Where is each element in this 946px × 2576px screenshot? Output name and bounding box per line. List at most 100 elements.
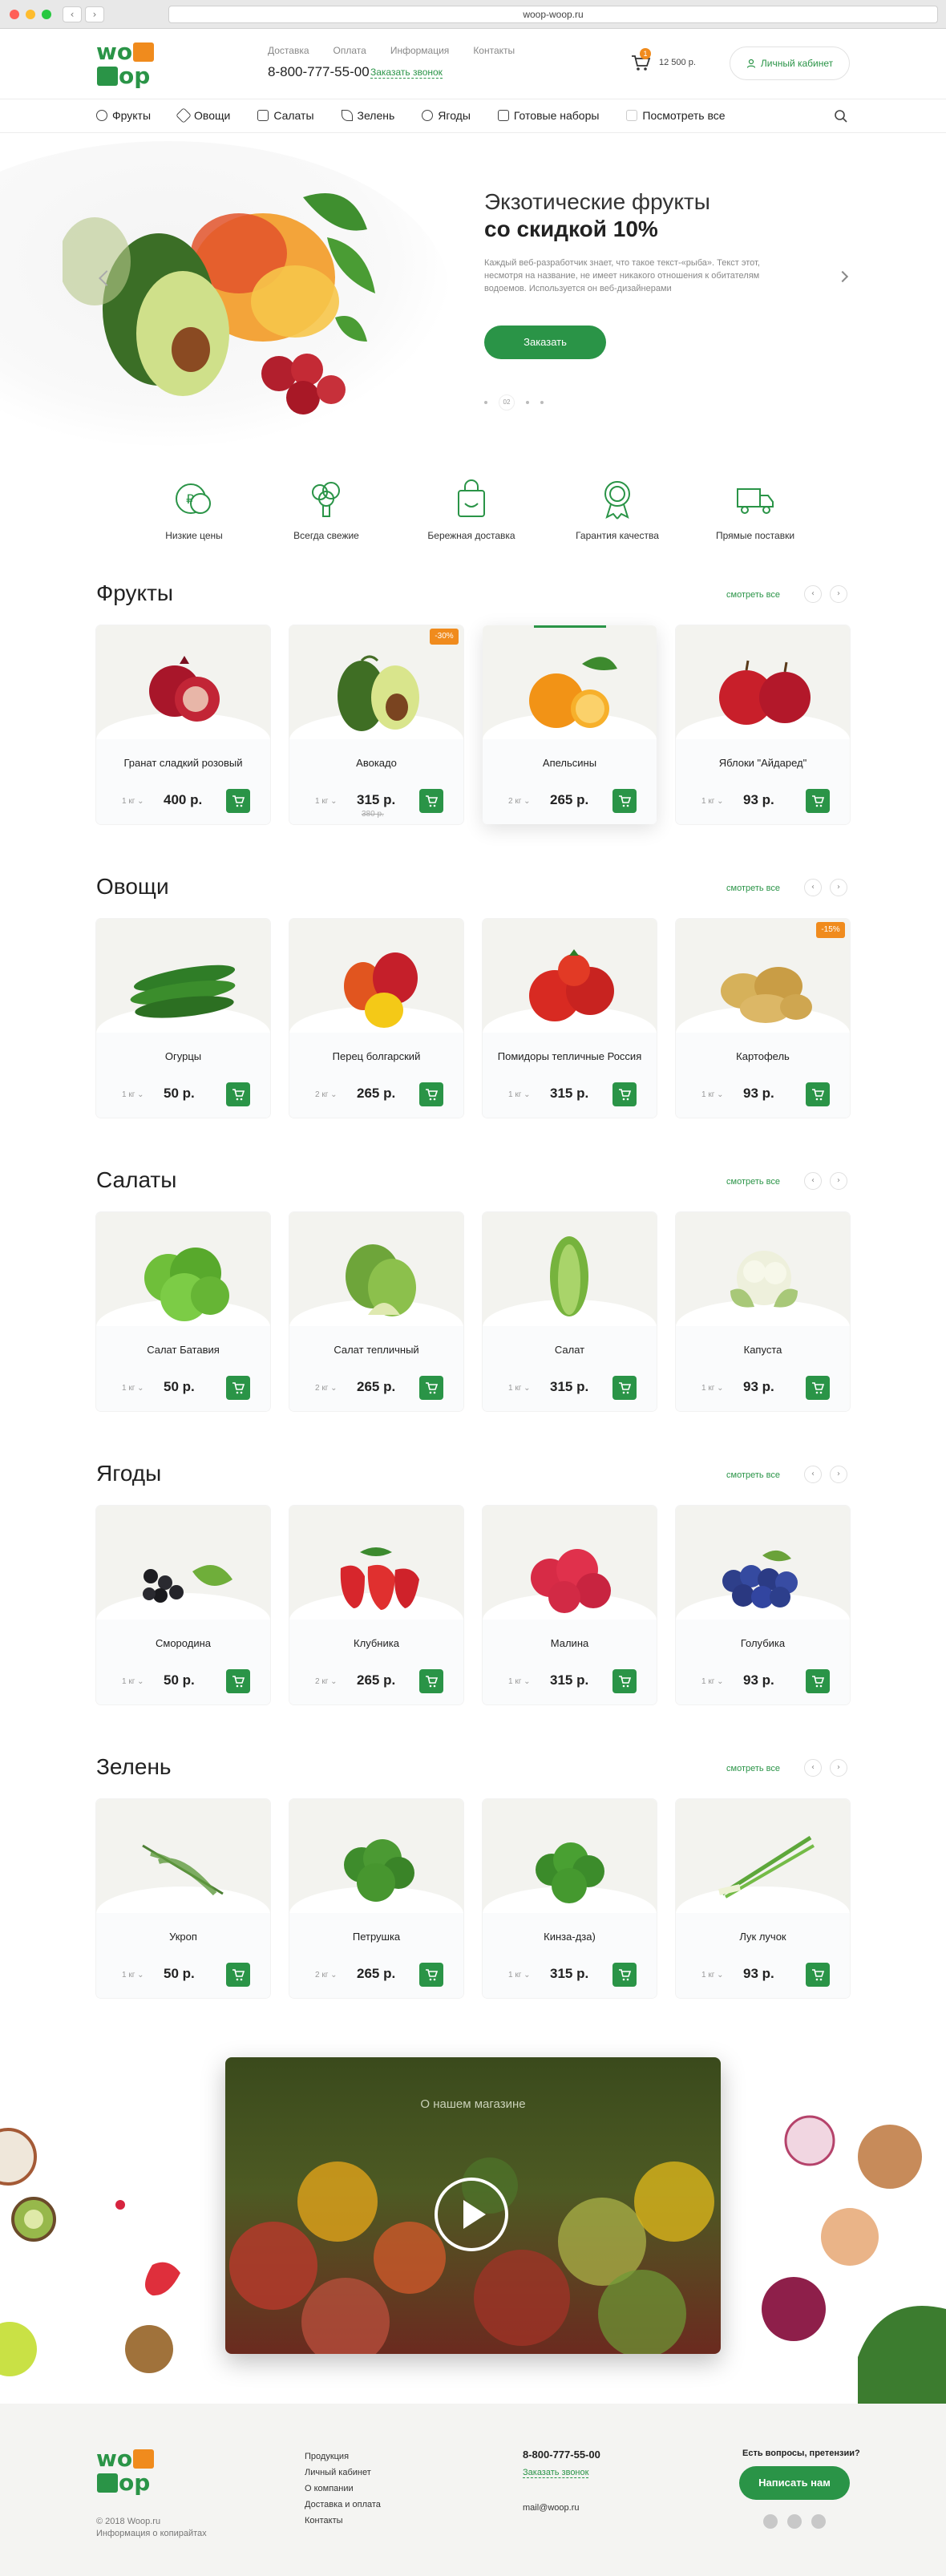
forward-button[interactable]: › [85,6,104,22]
product-name[interactable]: Помидоры тепличные Россия [491,1050,649,1063]
quantity-select[interactable]: 1 кг ⌄ [315,797,338,806]
product-name[interactable]: Кинза-дза) [491,1931,649,1943]
product-name[interactable]: Капуста [684,1344,842,1357]
footer-link-about[interactable]: О компании [305,2481,381,2497]
quantity-select[interactable]: 1 кг ⌄ [122,797,144,806]
product-image[interactable] [119,1814,248,1908]
section-prev-button[interactable]: ‹ [804,879,822,896]
product-card[interactable]: Яблоки "Айдаред" 1 кг ⌄ 93 р. [676,625,850,824]
instagram-icon[interactable] [811,2514,826,2529]
category-vegetables[interactable]: Овощи [176,107,230,123]
footer-phone[interactable]: 8-800-777-55-00 [523,2449,600,2461]
url-bar[interactable]: woop-woop.ru [168,6,938,23]
add-to-cart-button[interactable] [419,1376,443,1400]
facebook-icon[interactable] [763,2514,778,2529]
add-to-cart-button[interactable] [419,789,443,813]
add-to-cart-button[interactable] [612,789,637,813]
product-name[interactable]: Голубика [684,1637,842,1650]
category-all[interactable]: Посмотреть все [626,109,726,122]
product-name[interactable]: Картофель [684,1050,842,1063]
product-image[interactable] [505,1227,634,1321]
product-card[interactable]: Помидоры тепличные Россия 1 кг ⌄ 315 р. [483,919,657,1118]
about-video-player[interactable]: О нашем магазине [225,2057,721,2354]
quantity-select[interactable]: 1 кг ⌄ [508,1677,531,1686]
product-card[interactable]: Клубника 2 кг ⌄ 265 р. [289,1506,463,1705]
product-image[interactable] [119,1520,248,1615]
play-icon[interactable] [433,2176,510,2253]
product-image[interactable] [698,640,827,734]
product-card[interactable]: Капуста 1 кг ⌄ 93 р. [676,1212,850,1411]
minimize-window-icon[interactable] [26,10,35,19]
product-name[interactable]: Яблоки "Айдаред" [684,757,842,770]
product-card[interactable]: Огурцы 1 кг ⌄ 50 р. [96,919,270,1118]
callback-link[interactable]: Заказать звонок [370,67,443,79]
add-to-cart-button[interactable] [419,1963,443,1987]
add-to-cart-button[interactable] [419,1082,443,1106]
product-card[interactable]: Апельсины 2 кг ⌄ 265 р. [483,625,657,824]
section-next-button[interactable]: › [830,585,847,603]
product-name[interactable]: Огурцы [104,1050,262,1063]
product-image[interactable] [119,640,248,734]
product-name[interactable]: Клубника [297,1637,455,1650]
category-greens[interactable]: Зелень [341,109,394,122]
slider-dot[interactable] [540,401,544,404]
product-name[interactable]: Петрушка [297,1931,455,1943]
add-to-cart-button[interactable] [612,1669,637,1693]
product-name[interactable]: Перец болгарский [297,1050,455,1063]
section-next-button[interactable]: › [830,1759,847,1777]
product-name[interactable]: Укроп [104,1931,262,1943]
quantity-select[interactable]: 1 кг ⌄ [508,1090,531,1099]
footer-email[interactable]: mail@woop.ru [523,2503,579,2513]
product-image[interactable] [698,1520,827,1615]
search-icon[interactable] [834,109,848,123]
category-fruits[interactable]: Фрукты [96,109,151,122]
quantity-select[interactable]: 1 кг ⌄ [508,1971,531,1980]
account-button[interactable]: Личный кабинет [730,47,850,80]
close-window-icon[interactable] [10,10,19,19]
quantity-select[interactable]: 1 кг ⌄ [508,1384,531,1393]
copyright-info-link[interactable]: Информация о копирайтах [96,2528,207,2540]
quantity-select[interactable]: 1 кг ⌄ [122,1677,144,1686]
product-image[interactable] [505,640,634,734]
quantity-select[interactable]: 1 кг ⌄ [701,1384,724,1393]
category-sets[interactable]: Готовые наборы [497,109,599,122]
product-card[interactable]: Гранат сладкий розовый 1 кг ⌄ 400 р. [96,625,270,824]
product-card[interactable]: Кинза-дза) 1 кг ⌄ 315 р. [483,1799,657,1998]
product-name[interactable]: Гранат сладкий розовый [104,757,262,770]
slider-dot[interactable] [526,401,529,404]
add-to-cart-button[interactable] [419,1669,443,1693]
product-image[interactable] [119,933,248,1028]
product-image[interactable] [698,1814,827,1908]
quantity-select[interactable]: 1 кг ⌄ [701,1677,724,1686]
quantity-select[interactable]: 2 кг ⌄ [315,1971,338,1980]
quantity-select[interactable]: 1 кг ⌄ [701,1971,724,1980]
section-prev-button[interactable]: ‹ [804,1466,822,1483]
product-name[interactable]: Авокадо [297,757,455,770]
quantity-select[interactable]: 1 кг ⌄ [122,1384,144,1393]
product-card[interactable]: Голубика 1 кг ⌄ 93 р. [676,1506,850,1705]
footer-callback-link[interactable]: Заказать звонок [523,2468,589,2478]
add-to-cart-button[interactable] [226,1376,250,1400]
product-name[interactable]: Салат тепличный [297,1344,455,1357]
product-card[interactable]: Салат тепличный 2 кг ⌄ 265 р. [289,1212,463,1411]
product-image[interactable] [119,1227,248,1321]
section-next-button[interactable]: › [830,1172,847,1190]
product-image[interactable] [505,933,634,1028]
product-card[interactable]: Лук лучок 1 кг ⌄ 93 р. [676,1799,850,1998]
footer-logo[interactable]: wo op [96,2447,164,2495]
section-prev-button[interactable]: ‹ [804,1759,822,1777]
product-image[interactable] [312,1814,441,1908]
add-to-cart-button[interactable] [806,789,830,813]
quantity-select[interactable]: 1 кг ⌄ [122,1971,144,1980]
see-all-link[interactable]: смотреть все [726,590,780,600]
product-name[interactable]: Салат Батавия [104,1344,262,1357]
add-to-cart-button[interactable] [612,1376,637,1400]
footer-link-delivery[interactable]: Доставка и оплата [305,2497,381,2513]
add-to-cart-button[interactable] [226,1082,250,1106]
add-to-cart-button[interactable] [806,1669,830,1693]
see-all-link[interactable]: смотреть все [726,1764,780,1773]
product-card[interactable]: Малина 1 кг ⌄ 315 р. [483,1506,657,1705]
section-prev-button[interactable]: ‹ [804,1172,822,1190]
add-to-cart-button[interactable] [806,1376,830,1400]
product-image[interactable] [698,1227,827,1321]
